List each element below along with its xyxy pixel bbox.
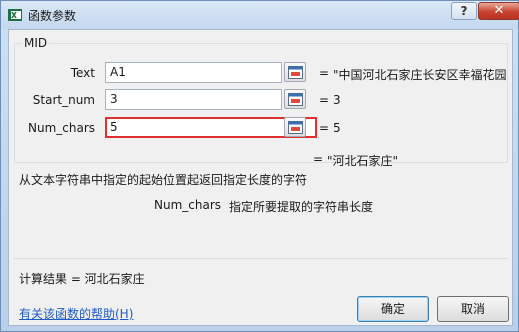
start-num-ref-button[interactable] (284, 89, 306, 109)
start-num-label: Start_num (32, 93, 95, 107)
function-name: MID (22, 36, 50, 50)
help-button[interactable]: ? (451, 2, 477, 20)
collapse-dialog-icon (288, 93, 303, 106)
num-chars-label: Num_chars (27, 121, 95, 135)
param-help-text: 指定所要提取的字符串长度 (229, 200, 374, 214)
divider (14, 258, 508, 259)
function-help-link[interactable]: 有关该函数的帮助(H) (19, 305, 133, 322)
title-bar[interactable]: 函数参数 ? ✕ (1, 1, 519, 29)
text-arg-label: Text (70, 66, 95, 80)
start-num-input[interactable]: 3 (105, 89, 282, 110)
num-chars-result: 5 (333, 121, 341, 135)
function-description: 从文本字符串中指定的起始位置起返回指定长度的字符 (19, 173, 308, 187)
start-num-equals: = (319, 93, 330, 107)
text-equals: = (319, 66, 330, 80)
function-result-equals: = (313, 152, 324, 166)
num-chars-equals: = (319, 121, 330, 135)
excel-app-icon (8, 9, 22, 21)
function-arguments-dialog: 函数参数 ? ✕ MID Text A1 = "中国河北石家庄长安区幸福花园小 … (0, 0, 519, 332)
text-arg-input[interactable]: A1 (105, 62, 282, 83)
dialog-body: MID Text A1 = "中国河北石家庄长安区幸福花园小 Start_num… (8, 29, 513, 326)
text-ref-button[interactable] (284, 62, 306, 82)
num-chars-ref-button[interactable] (284, 117, 306, 137)
collapse-dialog-icon (288, 121, 303, 134)
function-result: "河北石家庄" (327, 154, 399, 168)
cancel-button[interactable]: 取消 (437, 296, 509, 322)
text-arg-result: "中国河北石家庄长安区幸福花园小 (333, 68, 507, 82)
calculation-result: 计算结果 = 河北石家庄 (19, 272, 145, 286)
param-help-name: Num_chars (154, 198, 222, 212)
window-title: 函数参数 (28, 9, 77, 23)
collapse-dialog-icon (288, 66, 303, 79)
start-num-result: 3 (333, 93, 341, 107)
function-group: MID Text A1 = "中国河北石家庄长安区幸福花园小 Start_num… (14, 36, 508, 163)
close-button[interactable]: ✕ (478, 2, 519, 20)
ok-button[interactable]: 确定 (357, 296, 429, 322)
